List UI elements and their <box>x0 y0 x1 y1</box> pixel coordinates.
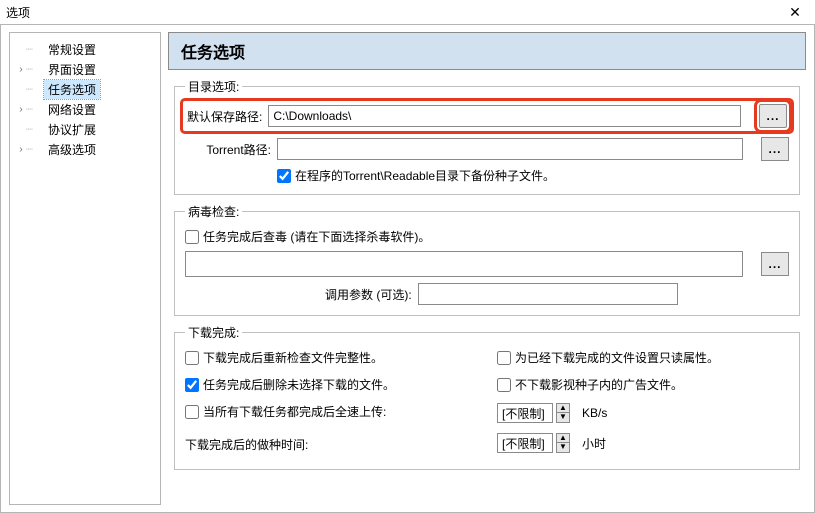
download-done-legend: 下载完成: <box>185 324 242 341</box>
tree-connector: ┈ <box>26 143 44 156</box>
tree-connector: ┈ <box>26 103 44 116</box>
spinner-down-icon[interactable]: ▼ <box>556 413 570 423</box>
upload-limit-spinner: ▲ ▼ <box>497 403 570 423</box>
chevron-right-icon[interactable]: › <box>16 104 26 115</box>
recheck-checkbox-input[interactable] <box>185 351 199 365</box>
virus-params-input[interactable] <box>418 283 678 305</box>
spinner-down-icon[interactable]: ▼ <box>556 443 570 453</box>
spinner-buttons: ▲ ▼ <box>556 433 570 453</box>
default-path-row: 默认保存路径: ... <box>183 101 791 131</box>
sidebar-item-label: 界面设置 <box>44 60 100 79</box>
virus-enable-checkbox-input[interactable] <box>185 230 199 244</box>
spinner-buttons: ▲ ▼ <box>556 403 570 423</box>
no-ad-checkbox[interactable]: 不下载影视种子内的广告文件。 <box>497 376 789 393</box>
sidebar-item-label: 常规设置 <box>44 40 100 59</box>
seed-time-unit: 小时 <box>582 435 606 452</box>
virus-exe-browse-button[interactable]: ... <box>761 252 789 276</box>
backup-torrent-checkbox-input[interactable] <box>277 169 291 183</box>
upload-limit-input[interactable] <box>497 403 553 423</box>
virus-exe-input[interactable] <box>185 251 743 277</box>
download-done-col-right: 为已经下载完成的文件设置只读属性。 不下载影视种子内的广告文件。 ▲ <box>497 349 789 453</box>
dialog-body: ┈ 常规设置 › ┈ 界面设置 ┈ 任务选项 › ┈ 网络设置 ┈ 协议扩展 <box>0 24 815 513</box>
backup-torrent-row: 在程序的Torrent\Readable目录下备份种子文件。 <box>185 167 789 184</box>
remove-unselected-checkbox[interactable]: 任务完成后删除未选择下载的文件。 <box>185 376 477 393</box>
titlebar: 选项 ✕ <box>0 0 815 24</box>
window-title: 选项 <box>6 4 30 21</box>
virus-check-legend: 病毒检查: <box>185 203 242 220</box>
no-ad-checkbox-input[interactable] <box>497 378 511 392</box>
recheck-label: 下载完成后重新检查文件完整性。 <box>203 349 383 366</box>
seed-time-input[interactable] <box>497 433 553 453</box>
virus-enable-row: 任务完成后查毒 (请在下面选择杀毒软件)。 <box>185 228 789 245</box>
sidebar-item-label: 任务选项 <box>44 80 100 99</box>
sidebar-item-protocol[interactable]: ┈ 协议扩展 <box>10 119 160 139</box>
torrent-path-row: Torrent路径: ... <box>185 137 789 161</box>
right-panel: 任务选项 目录选项: 默认保存路径: ... Torrent路径: ... <box>161 25 814 512</box>
default-path-input[interactable] <box>268 105 741 127</box>
sidebar-item-advanced[interactable]: › ┈ 高级选项 <box>10 139 160 159</box>
torrent-path-label: Torrent路径: <box>185 141 271 158</box>
full-upload-checkbox-input[interactable] <box>185 405 199 419</box>
virus-exe-row: ... <box>185 251 789 277</box>
tree-connector: ┈ <box>26 43 44 56</box>
sidebar-item-task-options[interactable]: ┈ 任务选项 <box>10 79 160 99</box>
backup-torrent-checkbox[interactable]: 在程序的Torrent\Readable目录下备份种子文件。 <box>277 167 555 184</box>
default-path-browse-button[interactable]: ... <box>759 104 787 128</box>
sidebar-item-network[interactable]: › ┈ 网络设置 <box>10 99 160 119</box>
download-done-group: 下载完成: 下载完成后重新检查文件完整性。 任务完成后删除未选择下载的文件。 <box>174 324 800 470</box>
recheck-checkbox[interactable]: 下载完成后重新检查文件完整性。 <box>185 349 477 366</box>
download-done-col-left: 下载完成后重新检查文件完整性。 任务完成后删除未选择下载的文件。 当所有下载任务… <box>185 349 477 453</box>
close-icon[interactable]: ✕ <box>775 0 815 24</box>
virus-params-label: 调用参数 (可选): <box>325 286 412 303</box>
sidebar-item-label: 高级选项 <box>44 140 100 159</box>
tree-connector: ┈ <box>26 63 44 76</box>
virus-enable-checkbox[interactable]: 任务完成后查毒 (请在下面选择杀毒软件)。 <box>185 228 430 245</box>
virus-enable-label: 任务完成后查毒 (请在下面选择杀毒软件)。 <box>203 228 430 245</box>
full-upload-label: 当所有下载任务都完成后全速上传: <box>203 403 386 420</box>
sidebar-item-label: 网络设置 <box>44 100 100 119</box>
directory-options-group: 目录选项: 默认保存路径: ... Torrent路径: ... <box>174 78 800 195</box>
backup-torrent-label: 在程序的Torrent\Readable目录下备份种子文件。 <box>295 167 555 184</box>
seed-time-label: 下载完成后的做种时间: <box>185 436 477 453</box>
seed-time-spinner: ▲ ▼ <box>497 433 570 453</box>
remove-unselected-label: 任务完成后删除未选择下载的文件。 <box>203 376 395 393</box>
torrent-path-browse-button[interactable]: ... <box>761 137 789 161</box>
virus-check-group: 病毒检查: 任务完成后查毒 (请在下面选择杀毒软件)。 ... 调用参数 (可选… <box>174 203 800 316</box>
readonly-label: 为已经下载完成的文件设置只读属性。 <box>515 349 719 366</box>
full-upload-checkbox[interactable]: 当所有下载任务都完成后全速上传: <box>185 403 386 420</box>
readonly-checkbox[interactable]: 为已经下载完成的文件设置只读属性。 <box>497 349 789 366</box>
upload-limit-unit: KB/s <box>582 406 607 420</box>
chevron-right-icon[interactable]: › <box>16 144 26 155</box>
default-path-label: 默认保存路径: <box>187 108 262 125</box>
full-upload-row: 当所有下载任务都完成后全速上传: <box>185 403 477 420</box>
remove-unselected-checkbox-input[interactable] <box>185 378 199 392</box>
seed-time-row: ▲ ▼ 小时 <box>497 433 789 453</box>
page-title: 任务选项 <box>181 39 245 63</box>
tree-connector: ┈ <box>26 123 44 136</box>
sidebar-item-general[interactable]: ┈ 常规设置 <box>10 39 160 59</box>
virus-params-row: 调用参数 (可选): <box>185 283 789 305</box>
torrent-path-input[interactable] <box>277 138 743 160</box>
sidebar-item-label: 协议扩展 <box>44 120 100 139</box>
readonly-checkbox-input[interactable] <box>497 351 511 365</box>
download-done-columns: 下载完成后重新检查文件完整性。 任务完成后删除未选择下载的文件。 当所有下载任务… <box>185 349 789 453</box>
category-tree: ┈ 常规设置 › ┈ 界面设置 ┈ 任务选项 › ┈ 网络设置 ┈ 协议扩展 <box>9 32 161 505</box>
tree-connector: ┈ <box>26 83 44 96</box>
chevron-right-icon[interactable]: › <box>16 64 26 75</box>
upload-limit-row: ▲ ▼ KB/s <box>497 403 789 423</box>
directory-options-legend: 目录选项: <box>185 78 242 95</box>
no-ad-label: 不下载影视种子内的广告文件。 <box>515 376 683 393</box>
page-title-bar: 任务选项 <box>168 32 806 70</box>
sidebar-item-ui[interactable]: › ┈ 界面设置 <box>10 59 160 79</box>
